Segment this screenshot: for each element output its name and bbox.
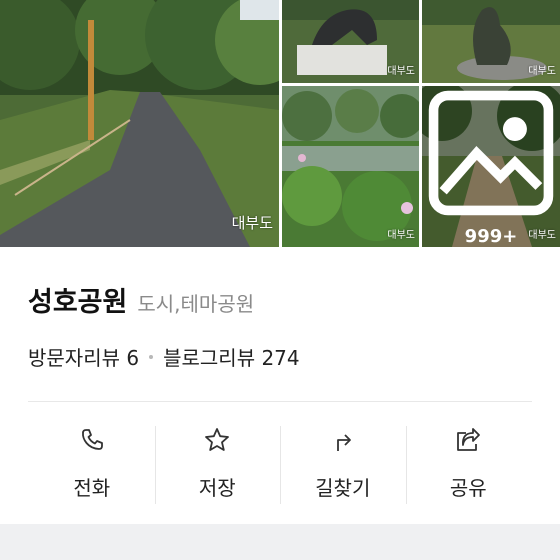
bottom-band (0, 524, 560, 560)
image-icon (428, 90, 554, 216)
share-label: 공유 (449, 476, 487, 500)
review-summary: 방문자리뷰 6 블로그리뷰 274 (28, 342, 300, 371)
phone-icon (81, 429, 103, 450)
watermark: 대부도 (528, 230, 556, 241)
save-label: 저장 (198, 476, 236, 500)
star-icon (205, 428, 230, 451)
separator-dot (149, 354, 154, 359)
call-button[interactable]: 전화 (29, 422, 155, 504)
directions-label: 길찾기 (315, 476, 371, 500)
place-category: 도시,테마공원 (137, 292, 255, 316)
share-icon (457, 428, 481, 451)
thumbnail-photo[interactable]: 대부도 (422, 0, 560, 83)
more-photos-overlay: 999+ (422, 86, 560, 247)
place-name: 성호공원 (28, 287, 128, 318)
flowers-image (282, 86, 419, 247)
photo-gallery: 대부도 대부도 대부도 대부도 999+ 대부도 (0, 0, 560, 247)
blog-review-link[interactable]: 블로그리뷰 274 (163, 342, 300, 371)
watermark: 대부도 (528, 66, 556, 77)
more-photos-tile[interactable]: 999+ 대부도 (422, 86, 560, 247)
call-label: 전화 (73, 476, 111, 500)
visitor-review-link[interactable]: 방문자리뷰 6 (28, 342, 139, 371)
photo-count: 999+ (464, 226, 518, 247)
save-button[interactable]: 저장 (154, 422, 281, 504)
directions-button[interactable]: 길찾기 (280, 422, 406, 504)
thumbnail-photo[interactable]: 대부도 (282, 86, 419, 247)
watermark: 대부도 (231, 214, 273, 232)
main-photo[interactable]: 대부도 (0, 0, 279, 247)
watermark: 대부도 (387, 66, 415, 77)
action-bar: 전화 저장 길찾기 공유 (29, 422, 531, 504)
thumbnail-photo[interactable]: 대부도 (282, 0, 419, 83)
place-title-row: 성호공원 도시,테마공원 (28, 280, 254, 319)
divider (28, 401, 532, 402)
share-button[interactable]: 공유 (405, 422, 532, 504)
watermark: 대부도 (387, 230, 415, 241)
directions-icon (336, 434, 351, 451)
park-path-image (0, 0, 279, 247)
